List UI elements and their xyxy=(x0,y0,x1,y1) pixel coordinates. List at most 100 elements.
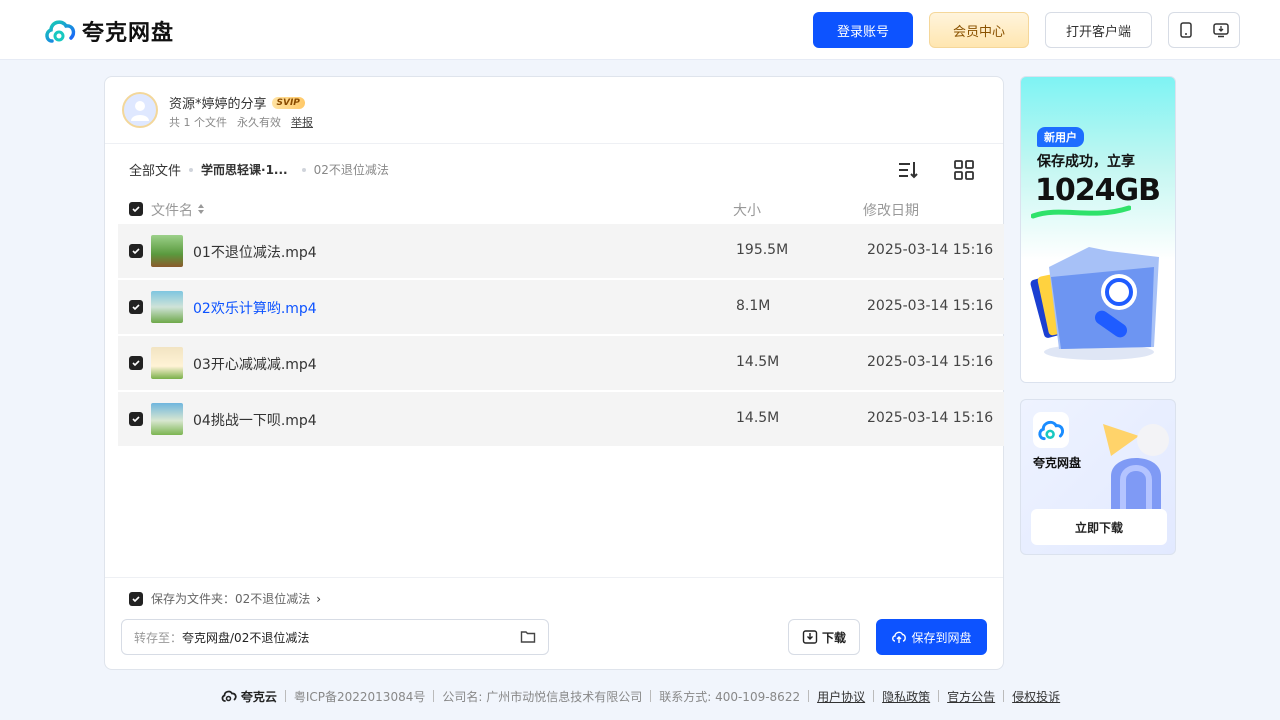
logo[interactable]: 夸克网盘 xyxy=(44,15,174,47)
sort-icon[interactable] xyxy=(897,159,919,181)
share-card: 资源*婷婷的分享 SVIP 共 1 个文件 永久有效 举报 全部文件 学而思轻课… xyxy=(104,76,1004,670)
quark-cloud-icon xyxy=(45,20,76,43)
file-date: 2025-03-14 15:16 xyxy=(867,242,994,258)
file-size: 14.5M xyxy=(736,410,780,426)
breadcrumb-separator xyxy=(301,167,306,172)
file-row[interactable]: 02欢乐计算哟.mp4 8.1M 2025-03-14 15:16 xyxy=(118,280,1004,334)
file-name[interactable]: 02欢乐计算哟.mp4 xyxy=(193,298,317,318)
new-user-tag: 新用户 xyxy=(1037,127,1084,147)
validity: 永久有效 xyxy=(237,116,281,129)
footer-link-privacy[interactable]: 隐私政策 xyxy=(882,688,930,705)
desktop-download-icon[interactable] xyxy=(1213,22,1229,38)
download-now-button[interactable]: 立即下载 xyxy=(1031,509,1167,545)
footer-divider xyxy=(873,690,875,702)
file-date: 2025-03-14 15:16 xyxy=(867,298,994,314)
breadcrumb-root[interactable]: 全部文件 xyxy=(129,160,181,179)
sort-toggle-icon[interactable] xyxy=(197,203,205,215)
svip-badge: SVIP xyxy=(271,96,305,109)
footer-divider xyxy=(433,690,435,702)
quark-cloud-icon xyxy=(1038,420,1065,441)
vip-center-button[interactable]: 会员中心 xyxy=(929,12,1029,48)
save-path-field[interactable]: 转存至： 夸克网盘/02不退位减法 xyxy=(121,619,549,655)
share-meta: 共 1 个文件 永久有效 举报 xyxy=(169,114,313,130)
app-download-ad[interactable]: 夸克网盘 立即下载 xyxy=(1020,399,1176,555)
save-path-value: 夸克网盘/02不退位减法 xyxy=(182,630,310,645)
video-thumbnail xyxy=(151,347,183,379)
video-thumbnail xyxy=(151,291,183,323)
file-checkbox[interactable] xyxy=(129,244,143,258)
file-row[interactable]: 04挑战一下呗.mp4 14.5M 2025-03-14 15:16 xyxy=(118,392,1004,446)
column-name[interactable]: 文件名 xyxy=(151,200,193,220)
file-checkbox[interactable] xyxy=(129,356,143,370)
new-user-ad[interactable]: 新用户 保存成功，立享 1024GB xyxy=(1020,76,1176,383)
download-label: 下载 xyxy=(821,630,846,645)
save-to-drive-label: 保存到网盘 xyxy=(911,630,972,645)
save-as-folder-text: 保存为文件夹：02不退位减法 xyxy=(151,592,311,606)
footer-company: 公司名: 广州市动悦信息技术有限公司 xyxy=(442,689,643,704)
device-buttons xyxy=(1168,12,1240,48)
grid-view-icon[interactable] xyxy=(953,159,975,181)
footer-contact: 联系方式: 400-109-8622 xyxy=(659,689,801,704)
logo-text: 夸克网盘 xyxy=(82,21,175,46)
report-link[interactable]: 举报 xyxy=(291,114,313,130)
save-as-folder-option[interactable]: 保存为文件夹：02不退位减法 › xyxy=(129,590,321,607)
save-as-folder-checkbox[interactable] xyxy=(129,591,143,606)
select-all-checkbox[interactable] xyxy=(129,202,143,216)
footer-divider xyxy=(650,690,652,702)
column-date: 修改日期 xyxy=(863,203,919,219)
avatar xyxy=(122,92,158,128)
cloud-upload-icon xyxy=(892,631,907,643)
phone-icon[interactable] xyxy=(1179,22,1193,38)
file-row[interactable]: 01不退位减法.mp4 195.5M 2025-03-14 15:16 xyxy=(118,224,1004,278)
footer-divider xyxy=(808,690,810,702)
share-title-text: 资源*婷婷的分享 xyxy=(169,97,267,112)
footer-brand-text: 夸克云 xyxy=(240,689,277,704)
footer-link-announcement[interactable]: 官方公告 xyxy=(947,688,995,705)
file-row[interactable]: 03开心减减减.mp4 14.5M 2025-03-14 15:16 xyxy=(118,336,1004,390)
video-thumbnail xyxy=(151,235,183,267)
download-icon xyxy=(802,630,818,644)
file-count: 共 1 个文件 xyxy=(169,116,227,129)
open-client-button[interactable]: 打开客户端 xyxy=(1045,12,1152,48)
file-date: 2025-03-14 15:16 xyxy=(867,354,994,370)
footer-divider xyxy=(1003,690,1005,702)
file-name[interactable]: 01不退位减法.mp4 xyxy=(193,242,317,262)
footer-divider xyxy=(938,690,940,702)
save-path-label: 转存至： xyxy=(134,630,183,645)
page-footer: 夸克云 粤ICP备2022013084号 公司名: 广州市动悦信息技术有限公司 … xyxy=(0,686,1280,706)
footer-brand: 夸克云 xyxy=(220,688,277,705)
chevron-right-icon: › xyxy=(316,591,322,606)
ad-headline: 保存成功，立享 xyxy=(1037,154,1135,170)
share-header: 资源*婷婷的分享 SVIP 共 1 个文件 永久有效 举报 xyxy=(105,77,1003,144)
top-header: 夸克网盘 登录账号 会员中心 打开客户端 xyxy=(0,0,1280,60)
file-name[interactable]: 03开心减减减.mp4 xyxy=(193,354,317,374)
file-checkbox[interactable] xyxy=(129,300,143,314)
column-header: 文件名 大小 修改日期 xyxy=(129,200,999,220)
app-illustration-icon xyxy=(1103,424,1169,516)
save-panel: 保存为文件夹：02不退位减法 › 转存至： 夸克网盘/02不退位减法 下载 保存… xyxy=(105,577,1003,669)
save-to-drive-button[interactable]: 保存到网盘 xyxy=(876,619,987,655)
file-size: 195.5M xyxy=(736,242,789,258)
file-name[interactable]: 04挑战一下呗.mp4 xyxy=(193,410,317,430)
quark-cloud-icon xyxy=(221,690,237,702)
folder-icon[interactable] xyxy=(520,629,536,645)
breadcrumb-separator xyxy=(189,167,194,172)
footer-divider xyxy=(284,690,286,702)
download-button[interactable]: 下载 xyxy=(788,619,860,655)
file-size: 14.5M xyxy=(736,354,780,370)
footer-link-user-agreement[interactable]: 用户协议 xyxy=(817,688,865,705)
breadcrumb-mid[interactable]: 学而思轻课·1... xyxy=(201,161,288,178)
file-size: 8.1M xyxy=(736,298,771,314)
file-date: 2025-03-14 15:16 xyxy=(867,410,994,426)
login-button[interactable]: 登录账号 xyxy=(813,12,913,48)
ad-underline-swoosh xyxy=(1031,205,1131,219)
breadcrumb: 全部文件 学而思轻课·1... 02不退位减法 xyxy=(129,160,389,179)
breadcrumb-current: 02不退位减法 xyxy=(313,163,389,177)
file-checkbox[interactable] xyxy=(129,412,143,426)
share-title: 资源*婷婷的分享 SVIP xyxy=(169,93,305,112)
footer-icp[interactable]: 粤ICP备2022013084号 xyxy=(294,688,426,705)
ad-brand: 夸克网盘 xyxy=(1033,456,1082,470)
footer-link-infringement[interactable]: 侵权投诉 xyxy=(1012,688,1060,705)
video-thumbnail xyxy=(151,403,183,435)
app-logo xyxy=(1033,412,1069,448)
